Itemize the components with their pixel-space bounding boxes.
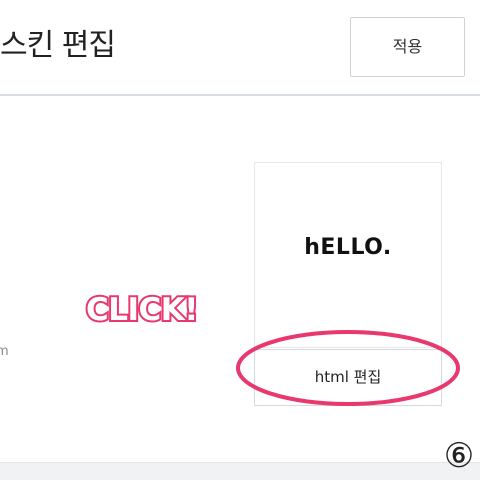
step-number-badge: ⑥	[443, 436, 475, 476]
bottom-band	[0, 462, 480, 480]
html-edit-button[interactable]: html 편집	[254, 349, 442, 406]
preview-text: hELLO.	[304, 235, 392, 260]
page-title: 스킨 편집	[0, 28, 116, 63]
skin-editor-screen: 스킨 편집 적용 m hELLO. html 편집 CLICK! ⑥	[0, 0, 480, 480]
skin-preview-thumbnail[interactable]: hELLO.	[254, 162, 442, 348]
clipped-text: m	[0, 344, 9, 359]
click-annotation-label: CLICK!	[84, 290, 200, 330]
apply-button[interactable]: 적용	[350, 17, 465, 77]
header-bar: 스킨 편집 적용	[0, 0, 480, 96]
